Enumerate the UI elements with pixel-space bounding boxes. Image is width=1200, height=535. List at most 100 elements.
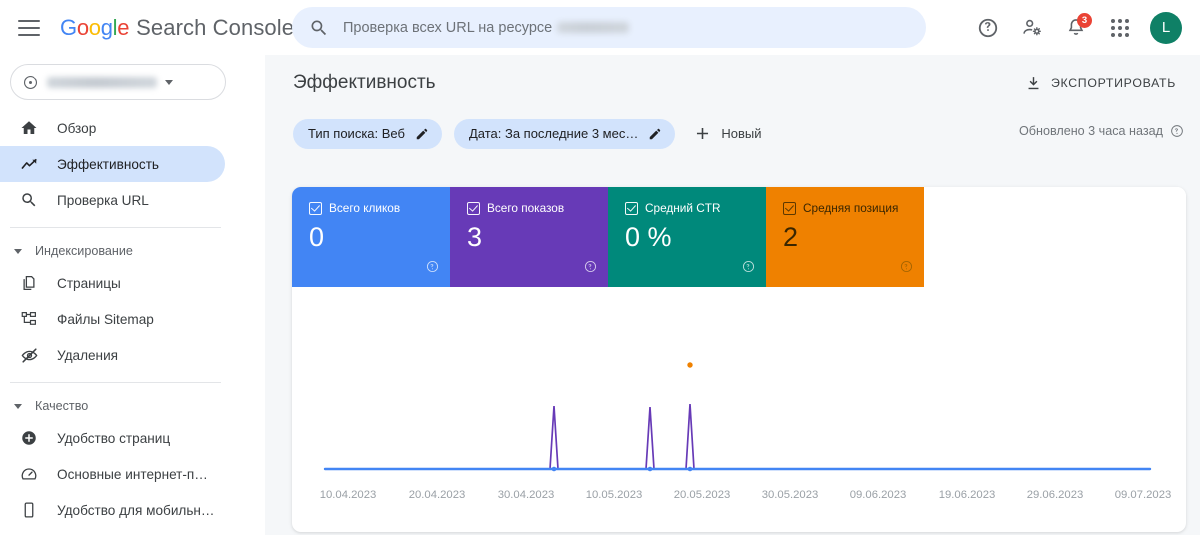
add-filter-label: Новый — [721, 126, 762, 141]
help-circle-icon[interactable] — [742, 260, 755, 278]
top-icon-group: 3 L — [966, 0, 1186, 55]
sidebar-nav-main: Обзор Эффективность Проверка URL — [0, 110, 265, 218]
search-property-blurred — [557, 22, 630, 33]
sidebar-item-sitemaps[interactable]: Файлы Sitemap — [0, 301, 225, 337]
sidebar-section-label: Индексирование — [35, 244, 133, 258]
filter-chip-date[interactable]: Дата: За последние 3 мес… — [453, 118, 676, 149]
sidebar-item-mobile-usability[interactable]: Удобство для мобильн… — [0, 492, 225, 528]
x-axis-tick: 19.06.2023 — [938, 489, 996, 501]
sidebar-section-indexing[interactable]: Индексирование — [0, 237, 265, 265]
chart-canvas — [323, 362, 1152, 472]
top-bar: Google Search Console Проверка всех URL … — [0, 0, 1200, 55]
x-axis-tick: 20.04.2023 — [408, 489, 466, 501]
sidebar-item-url-inspection[interactable]: Проверка URL — [0, 182, 225, 218]
sidebar-item-performance[interactable]: Эффективность — [0, 146, 225, 182]
last-updated: Обновлено 3 часа назад — [1019, 124, 1184, 138]
sidebar-item-label: Удобство для мобильн… — [57, 502, 215, 518]
help-circle-icon[interactable] — [1170, 124, 1184, 138]
sidebar: Обзор Эффективность Проверка URL Индекси… — [0, 55, 265, 535]
metric-card-total-impressions[interactable]: Всего показов 3 — [450, 187, 608, 287]
notifications-button[interactable]: 3 — [1054, 6, 1098, 50]
caret-down-icon — [14, 403, 22, 409]
metric-card-row: Всего кликов 0 Всего показов 3 Средний C… — [292, 187, 1186, 287]
google-wordmark: Google — [60, 14, 130, 40]
hamburger-icon[interactable] — [18, 19, 40, 36]
sidebar-item-label: Страницы — [57, 275, 121, 291]
filter-chip-label: Тип поиска: Веб — [308, 126, 405, 141]
x-axis-tick: 10.04.2023 — [319, 489, 377, 501]
page-header: Эффективность ЭКСПОРТИРОВАТЬ — [265, 55, 1200, 110]
help-button[interactable] — [966, 6, 1010, 50]
app-logo[interactable]: Google Search Console — [60, 15, 294, 41]
metric-checkbox[interactable] — [783, 201, 796, 215]
notifications-badge: 3 — [1077, 12, 1092, 28]
filter-chip-search-type[interactable]: Тип поиска: Веб — [293, 118, 442, 149]
metric-row-filler — [924, 187, 1186, 287]
search-placeholder: Проверка всех URL на ресурсе — [343, 19, 553, 36]
sidebar-section-label: Качество — [35, 399, 89, 413]
add-filter-button[interactable]: Новый — [687, 119, 773, 149]
sidebar-item-pages[interactable]: Страницы — [0, 265, 225, 301]
sidebar-item-label: Удаления — [57, 347, 119, 363]
eye-off-icon — [18, 346, 40, 365]
metric-checkbox[interactable] — [309, 201, 322, 215]
apps-button[interactable] — [1098, 6, 1142, 50]
metric-card-header: Средний CTR — [625, 201, 766, 215]
x-axis-tick: 09.06.2023 — [849, 489, 907, 501]
sitemap-icon — [18, 310, 40, 328]
data-point-marker — [551, 466, 557, 472]
caret-down-icon — [14, 248, 22, 254]
pencil-icon — [416, 128, 428, 139]
property-selector[interactable] — [10, 64, 226, 100]
sidebar-item-removals[interactable]: Удаления — [0, 337, 225, 373]
series-impressions — [325, 403, 1150, 470]
chevron-down-icon — [165, 79, 173, 85]
main-content: Эффективность ЭКСПОРТИРОВАТЬ Тип поиска:… — [265, 55, 1200, 535]
metric-card-average-position[interactable]: Средняя позиция 2 — [766, 187, 924, 287]
sidebar-item-overview[interactable]: Обзор — [0, 110, 225, 146]
trending-up-icon — [18, 155, 40, 174]
performance-chart: 10.04.2023 20.04.2023 30.04.2023 10.05.2… — [292, 287, 1186, 532]
sidebar-item-label: Файлы Sitemap — [57, 311, 154, 327]
sidebar-divider — [10, 227, 221, 228]
property-name-blurred — [47, 76, 157, 88]
metric-card-total-clicks[interactable]: Всего кликов 0 — [292, 187, 450, 287]
page-experience-icon — [18, 429, 40, 447]
download-icon — [1028, 76, 1039, 89]
export-button[interactable]: ЭКСПОРТИРОВАТЬ — [1015, 68, 1186, 98]
help-circle-icon[interactable] — [426, 260, 439, 278]
metric-card-header: Всего показов — [467, 201, 608, 215]
x-axis-tick: 09.07.2023 — [1114, 489, 1172, 501]
sidebar-item-core-web-vitals[interactable]: Основные интернет-п… — [0, 456, 225, 492]
sidebar-section-quality[interactable]: Качество — [0, 392, 265, 420]
metric-card-label: Средний CTR — [645, 201, 721, 215]
metric-card-average-ctr[interactable]: Средний CTR 0 % — [608, 187, 766, 287]
avatar[interactable]: L — [1150, 11, 1182, 44]
chart-x-axis-labels: 10.04.2023 20.04.2023 30.04.2023 10.05.2… — [292, 489, 1186, 509]
sidebar-item-page-experience[interactable]: Удобство страниц — [0, 420, 225, 456]
metric-card-value: 0 % — [625, 222, 672, 252]
metric-checkbox[interactable] — [467, 201, 480, 215]
search-input[interactable]: Проверка всех URL на ресурсе — [292, 7, 926, 48]
sidebar-item-label: Проверка URL — [57, 192, 149, 208]
mobile-icon — [18, 501, 40, 519]
pages-copy-icon — [18, 274, 40, 292]
help-circle-icon[interactable] — [900, 260, 913, 278]
x-axis-tick: 30.05.2023 — [761, 489, 819, 501]
sidebar-divider — [10, 382, 221, 383]
metric-checkbox[interactable] — [625, 201, 638, 215]
metric-card-header: Средняя позиция — [783, 201, 924, 215]
metric-card-label: Всего кликов — [329, 201, 401, 215]
metric-card-value: 3 — [467, 222, 483, 252]
apps-grid-icon — [1111, 18, 1129, 37]
help-circle-icon[interactable] — [584, 260, 597, 278]
x-axis-tick: 10.05.2023 — [585, 489, 643, 501]
sidebar-item-label: Основные интернет-п… — [57, 466, 208, 482]
data-point-average-position — [687, 362, 693, 368]
account-settings-button[interactable] — [1010, 6, 1054, 50]
metric-card-value: 2 — [783, 222, 799, 252]
data-point-marker — [687, 466, 693, 472]
plus-icon — [697, 127, 709, 140]
product-name: Search Console — [136, 14, 295, 40]
home-icon — [18, 119, 40, 137]
